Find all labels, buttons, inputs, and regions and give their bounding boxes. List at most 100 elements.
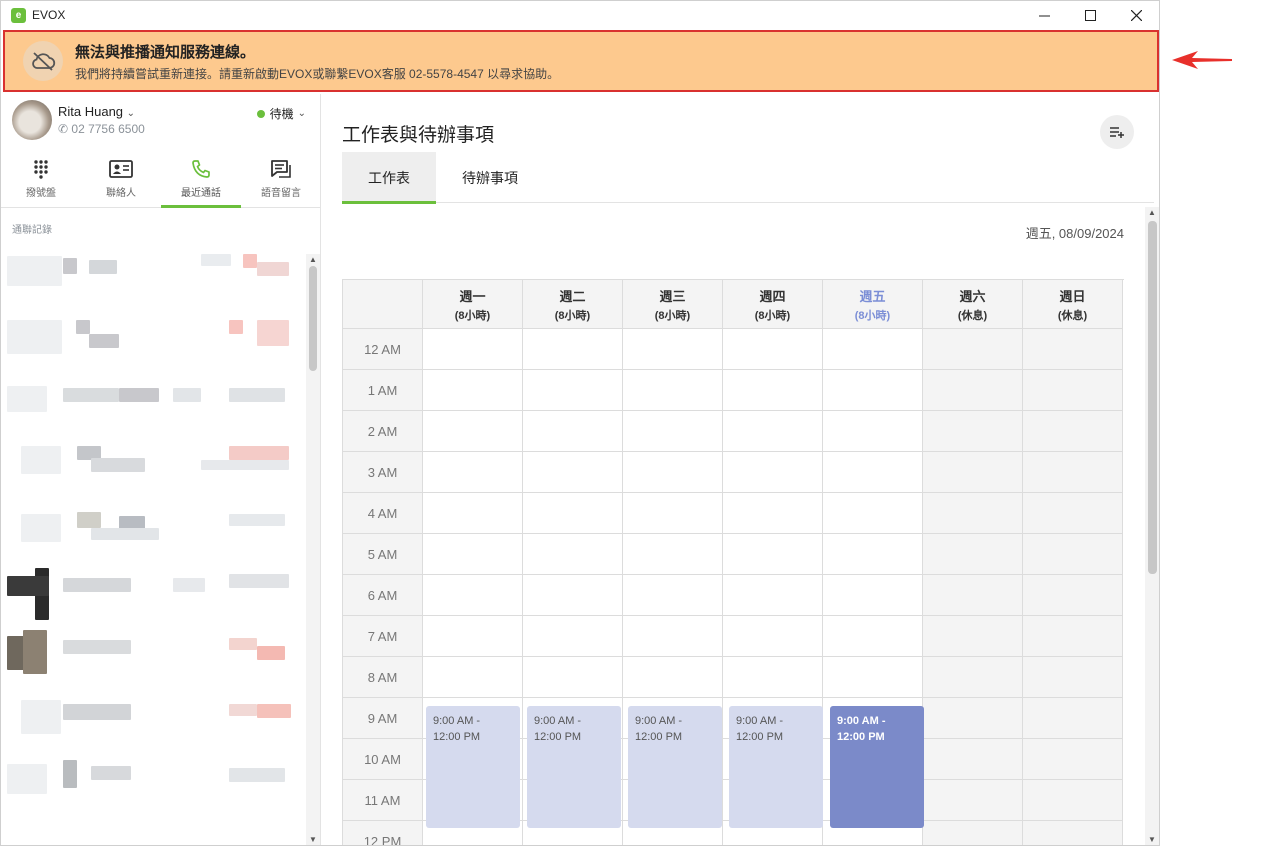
schedule-event[interactable]: 9:00 AM - 12:00 PM	[830, 706, 924, 828]
calendar-slot[interactable]	[1023, 411, 1123, 452]
call-list-scroll-thumb[interactable]	[309, 266, 317, 371]
calendar-slot[interactable]	[423, 534, 523, 575]
calendar-slot[interactable]	[1023, 657, 1123, 698]
list-item[interactable]	[1, 628, 306, 692]
calendar-slot[interactable]	[1023, 575, 1123, 616]
scroll-up-icon[interactable]: ▲	[309, 255, 317, 264]
calendar-slot[interactable]	[523, 575, 623, 616]
calendar-slot[interactable]	[723, 452, 823, 493]
calendar-slot[interactable]	[423, 616, 523, 657]
nav-tab-recent-calls[interactable]: 最近通話	[161, 150, 241, 208]
calendar-scroll-thumb[interactable]	[1148, 221, 1157, 574]
calendar-slot[interactable]	[623, 370, 723, 411]
calendar-slot[interactable]	[1023, 739, 1123, 780]
scroll-up-icon[interactable]: ▲	[1148, 208, 1156, 217]
calendar-slot[interactable]	[623, 616, 723, 657]
calendar-slot[interactable]	[623, 452, 723, 493]
calendar-slot[interactable]	[423, 329, 523, 370]
calendar-slot[interactable]	[923, 370, 1023, 411]
status-selector[interactable]: 待機 ⌄	[256, 105, 306, 122]
calendar-slot[interactable]	[423, 370, 523, 411]
close-button[interactable]	[1113, 1, 1159, 29]
schedule-event[interactable]: 9:00 AM - 12:00 PM	[527, 706, 621, 828]
tab-todo[interactable]: 待辦事項	[436, 152, 544, 203]
calendar-slot[interactable]	[523, 329, 623, 370]
list-item[interactable]	[1, 564, 306, 628]
call-list-scrollbar[interactable]: ▲ ▼	[306, 254, 320, 845]
calendar-slot[interactable]	[423, 493, 523, 534]
calendar-slot[interactable]	[923, 780, 1023, 821]
user-profile[interactable]: Rita Huang ⌄ ✆ 02 7756 6500 待機 ⌄	[1, 94, 320, 146]
calendar-slot[interactable]	[1023, 329, 1123, 370]
calendar-slot[interactable]	[623, 657, 723, 698]
calendar-scrollbar[interactable]: ▲ ▼	[1145, 207, 1159, 845]
calendar-slot[interactable]	[823, 534, 923, 575]
calendar-slot[interactable]	[523, 493, 623, 534]
calendar-slot[interactable]	[923, 575, 1023, 616]
list-item[interactable]	[1, 308, 306, 372]
calendar-slot[interactable]	[823, 370, 923, 411]
calendar-slot[interactable]	[723, 657, 823, 698]
calendar-slot[interactable]	[1023, 534, 1123, 575]
tab-schedule[interactable]: 工作表	[342, 152, 436, 204]
list-item[interactable]	[1, 244, 306, 308]
schedule-event[interactable]: 9:00 AM - 12:00 PM	[628, 706, 722, 828]
calendar-slot[interactable]	[1023, 493, 1123, 534]
calendar-slot[interactable]	[1023, 452, 1123, 493]
calendar-slot[interactable]	[523, 534, 623, 575]
calendar-slot[interactable]	[923, 657, 1023, 698]
calendar-slot[interactable]	[623, 329, 723, 370]
calendar-slot[interactable]	[923, 411, 1023, 452]
calendar-slot[interactable]	[823, 616, 923, 657]
calendar-slot[interactable]	[623, 534, 723, 575]
calendar-slot[interactable]	[523, 452, 623, 493]
calendar-slot[interactable]	[623, 411, 723, 452]
calendar-slot[interactable]	[623, 493, 723, 534]
calendar-slot[interactable]	[1023, 821, 1123, 845]
calendar-slot[interactable]	[423, 575, 523, 616]
calendar-slot[interactable]	[723, 370, 823, 411]
calendar-slot[interactable]	[923, 698, 1023, 739]
calendar-slot[interactable]	[923, 452, 1023, 493]
calendar-slot[interactable]	[1023, 370, 1123, 411]
nav-tab-voicemail[interactable]: 語音留言	[241, 150, 321, 208]
calendar-slot[interactable]	[1023, 616, 1123, 657]
calendar-slot[interactable]	[723, 493, 823, 534]
calendar-slot[interactable]	[823, 411, 923, 452]
user-name[interactable]: Rita Huang ⌄	[58, 104, 135, 119]
calendar-slot[interactable]	[623, 575, 723, 616]
nav-tab-dialpad[interactable]: 撥號盤	[1, 150, 81, 208]
nav-tab-contacts[interactable]: 聯絡人	[81, 150, 161, 208]
calendar-slot[interactable]	[1023, 698, 1123, 739]
minimize-button[interactable]	[1021, 1, 1067, 29]
calendar-slot[interactable]	[1023, 780, 1123, 821]
list-item[interactable]	[1, 372, 306, 436]
calendar-slot[interactable]	[923, 616, 1023, 657]
calendar-slot[interactable]	[823, 329, 923, 370]
scroll-down-icon[interactable]: ▼	[1148, 835, 1156, 844]
calendar-slot[interactable]	[723, 616, 823, 657]
calendar-slot[interactable]	[523, 657, 623, 698]
calendar-slot[interactable]	[423, 657, 523, 698]
list-item[interactable]	[1, 692, 306, 756]
calendar-slot[interactable]	[923, 739, 1023, 780]
calendar-slot[interactable]	[823, 575, 923, 616]
calendar-slot[interactable]	[823, 657, 923, 698]
calendar-slot[interactable]	[723, 534, 823, 575]
calendar-slot[interactable]	[823, 452, 923, 493]
calendar-slot[interactable]	[523, 370, 623, 411]
calendar-slot[interactable]	[423, 452, 523, 493]
calendar-slot[interactable]	[923, 329, 1023, 370]
add-task-button[interactable]	[1100, 115, 1134, 149]
list-item[interactable]	[1, 500, 306, 564]
schedule-event[interactable]: 9:00 AM - 12:00 PM	[729, 706, 823, 828]
calendar-slot[interactable]	[723, 329, 823, 370]
calendar-slot[interactable]	[523, 616, 623, 657]
calendar-slot[interactable]	[923, 534, 1023, 575]
calendar-slot[interactable]	[723, 575, 823, 616]
calendar-slot[interactable]	[923, 821, 1023, 845]
maximize-button[interactable]	[1067, 1, 1113, 29]
list-item[interactable]	[1, 756, 306, 820]
calendar-slot[interactable]	[423, 411, 523, 452]
calendar-slot[interactable]	[823, 493, 923, 534]
